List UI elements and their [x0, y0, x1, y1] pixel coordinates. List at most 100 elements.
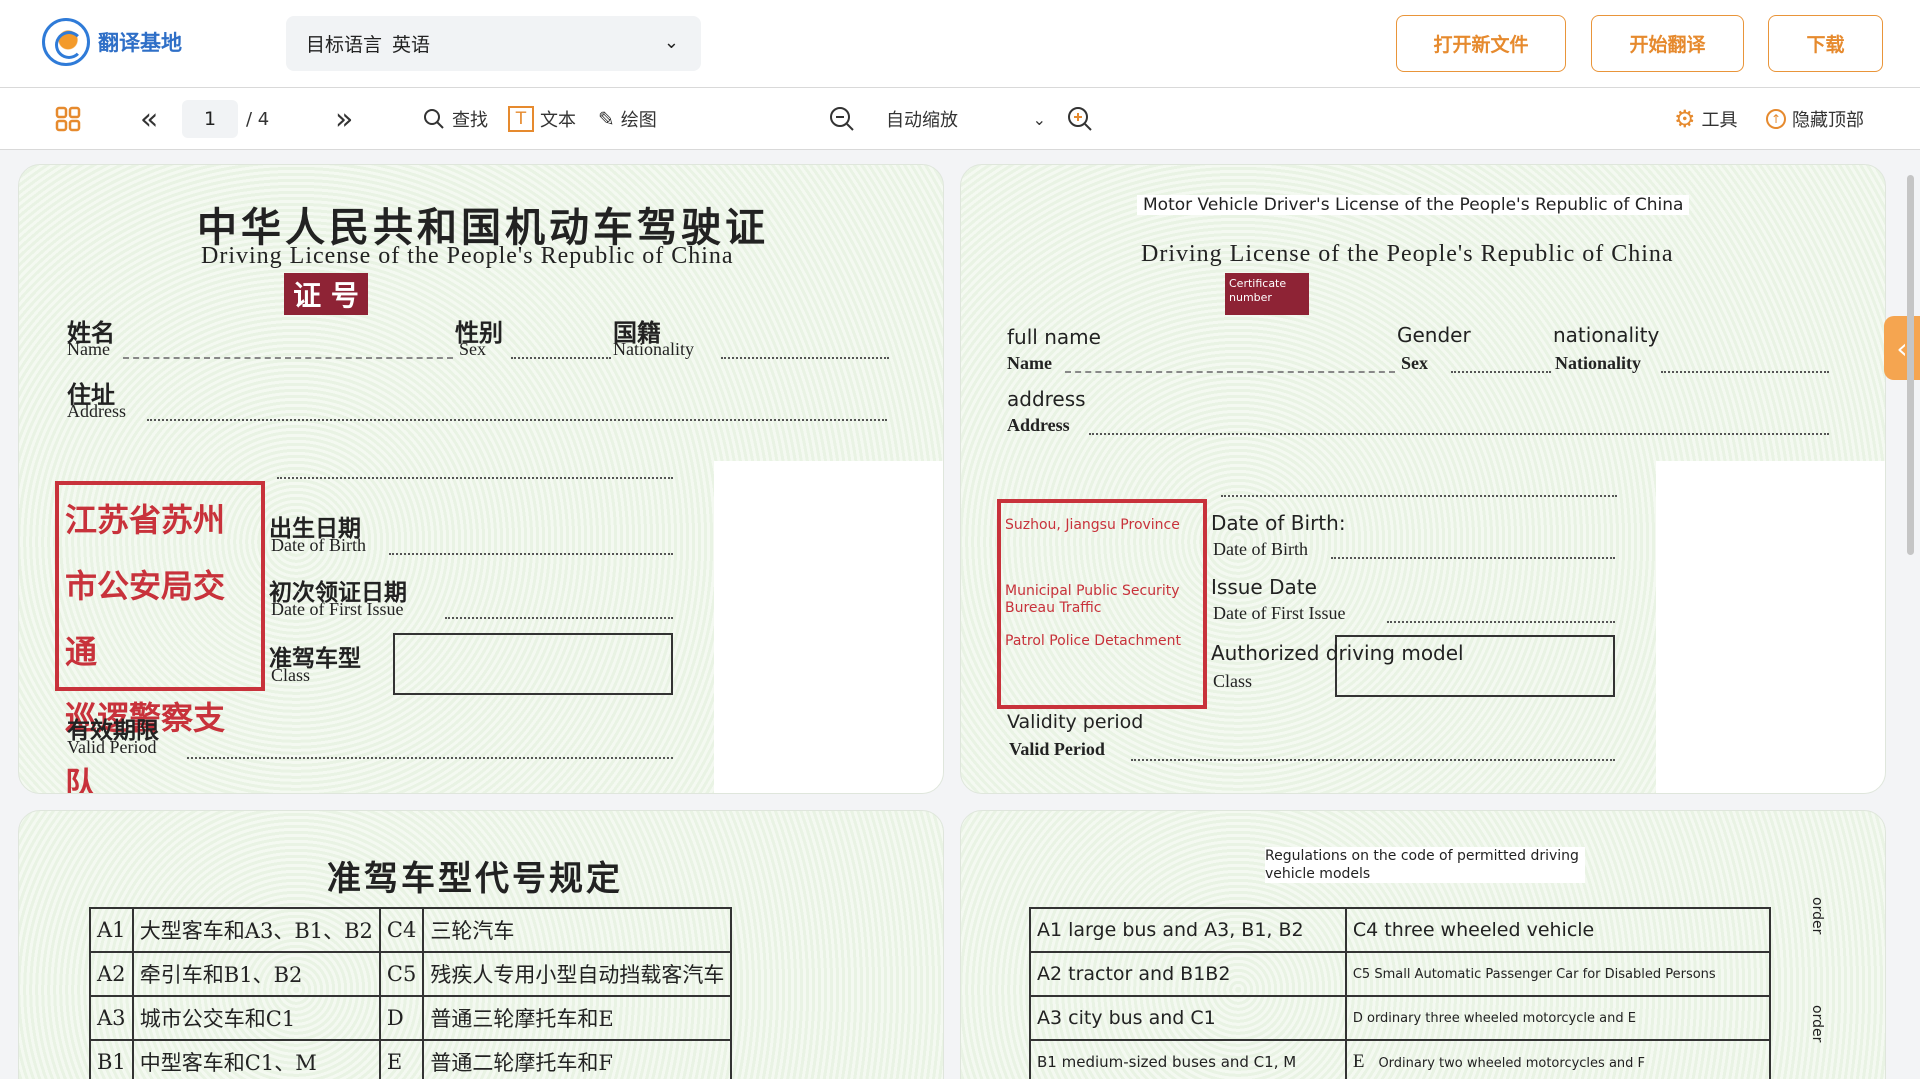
dob-en: Date of Birth	[1213, 539, 1308, 559]
dob-line	[1331, 557, 1615, 559]
tools-label: 工具	[1701, 110, 1738, 131]
table-cell: A2 tractor and B1B2	[1029, 951, 1347, 997]
page-3-original: 准驾车型代号规定 A1 大型客车和A3、B1、B2 C4 三轮汽车 A2 牵引车和B1、B…	[18, 810, 944, 1079]
sex-line	[511, 357, 611, 359]
stamp-line-2: 市公安局交通	[65, 567, 226, 671]
top-title: Motor Vehicle Driver's License of the Pe…	[1137, 195, 1690, 215]
page-number-input[interactable]: 1	[182, 100, 238, 138]
chevron-down-icon: ⌄	[663, 32, 679, 53]
codes-table: A1 large bus and A3, B1, B2 C4 three whee…	[1029, 907, 1772, 1079]
address-translated: address	[1007, 387, 1086, 411]
first-issue-line	[445, 617, 673, 619]
name-line	[123, 357, 453, 359]
scrollbar[interactable]	[1907, 175, 1914, 555]
logo-text: 翻译基地	[98, 31, 182, 55]
codes-title: Regulations on the code of permitted dri…	[1265, 847, 1585, 883]
zoom-in-button[interactable]	[1066, 88, 1094, 150]
table-cell: A3	[89, 995, 134, 1041]
sidebar-toggle[interactable]: ‹	[1884, 316, 1920, 380]
text-tool-label: 文本	[540, 110, 576, 131]
name-line	[1065, 371, 1395, 373]
draw-tool-label: 绘图	[620, 110, 657, 131]
title-en: Driving License of the People's Republic…	[201, 243, 734, 269]
target-language-select[interactable]: 目标语言 英语 ⌄	[286, 16, 701, 71]
class-translated: Authorized driving model	[1211, 641, 1464, 665]
valid-en: Valid Period	[1009, 739, 1105, 759]
valid-translated: Validity period	[1007, 711, 1144, 733]
table-cell: C5 Small Automatic Passenger Car for Dis…	[1344, 951, 1772, 997]
stamp-line-1: 江苏省苏州	[65, 501, 226, 539]
table-row: A2 牵引车和B1、B2 C5 残疾人专用小型自动挡载客汽车	[89, 951, 733, 997]
double-chevron-right-icon: »	[335, 101, 354, 137]
table-cell: B1 medium-sized buses and C1, M	[1029, 1039, 1347, 1079]
table-cell: 三轮汽车	[422, 907, 733, 953]
table-cell: C4 three wheeled vehicle	[1344, 907, 1772, 953]
valid-line	[1131, 759, 1615, 761]
gear-icon: ⚙	[1674, 105, 1696, 133]
find-button[interactable]: 查找	[422, 88, 488, 150]
dob-en: Date of Birth	[271, 535, 366, 555]
police-stamp: 江苏省苏州 市公安局交通 巡逻警察支队	[55, 481, 265, 793]
table-cell: 大型客车和A3、B1、B2	[131, 907, 381, 953]
table-cell: 残疾人专用小型自动挡载客汽车	[422, 951, 733, 997]
code-e: E	[1352, 1051, 1365, 1072]
page-2-translated: Motor Vehicle Driver's License of the Pe…	[960, 164, 1886, 794]
tools-button[interactable]: ⚙ 工具	[1674, 88, 1738, 150]
photo-area	[1656, 461, 1885, 793]
name-translated: full name	[1007, 325, 1101, 349]
side-label: order	[1809, 897, 1825, 935]
nationality-en: Nationality	[1555, 353, 1642, 373]
stamp-line-1: Suzhou, Jiangsu Province	[1005, 517, 1180, 533]
codes-table: A1 大型客车和A3、B1、B2 C4 三轮汽车 A2 牵引车和B1、B2 C5 残疾人专用小…	[89, 907, 733, 1079]
logo-icon	[42, 18, 90, 66]
zoom-out-icon	[830, 107, 854, 131]
prev-page-button[interactable]: «	[140, 88, 158, 150]
start-translate-button[interactable]: 开始翻译	[1591, 15, 1744, 72]
address-en: Address	[67, 401, 126, 421]
address-line	[1089, 433, 1829, 435]
photo-area	[714, 461, 943, 793]
text-tool-button[interactable]: T 文本	[508, 88, 576, 150]
hide-top-button[interactable]: ↑ 隐藏顶部	[1766, 88, 1864, 150]
draw-tool-button[interactable]: ✎ 绘图	[598, 88, 657, 150]
table-row: A1 large bus and A3, B1, B2 C4 three whee…	[1029, 907, 1772, 953]
zoom-mode-select[interactable]: 自动缩放 ⌄	[886, 88, 1046, 150]
table-row: B1 medium-sized buses and C1, M E Ordinary…	[1029, 1039, 1772, 1079]
first-issue-translated: Issue Date	[1211, 575, 1317, 599]
document-viewer[interactable]: 中华人民共和国机动车驾驶证 Driving License of the Peo…	[0, 150, 1920, 1079]
grid-icon	[55, 106, 81, 132]
dob-line	[389, 553, 673, 555]
class-box	[393, 633, 673, 695]
logo[interactable]: 翻译基地	[42, 18, 182, 66]
table-cell: 城市公交车和C1	[131, 995, 381, 1041]
code-e-desc: Ordinary two wheeled motorcycles and F	[1378, 1056, 1646, 1071]
codes-title: 准驾车型代号规定	[327, 859, 623, 899]
table-row: B1 中型客车和C1、M E 普通二轮摩托车和F	[89, 1039, 733, 1079]
police-stamp: Suzhou, Jiangsu Province Municipal Publi…	[997, 499, 1207, 709]
sex-en: Sex	[1401, 353, 1428, 373]
page-total: / 4	[246, 108, 270, 130]
double-chevron-left-icon: «	[140, 101, 159, 137]
open-file-button[interactable]: 打开新文件	[1396, 15, 1566, 72]
page-1-original: 中华人民共和国机动车驾驶证 Driving License of the Peo…	[18, 164, 944, 794]
nationality-line	[721, 357, 889, 359]
top-bar: 翻译基地 目标语言 英语 ⌄ 打开新文件 开始翻译 下载	[0, 0, 1920, 88]
table-cell: E	[378, 1039, 425, 1079]
stamp-line-2: Municipal Public Security Bureau Traffic	[1005, 583, 1180, 616]
thumbnails-button[interactable]	[54, 88, 82, 150]
chevron-down-icon: ⌄	[1032, 109, 1046, 129]
table-cell: A1	[89, 907, 134, 953]
viewer-toolbar: « 1 / 4 » 查找 T 文本 ✎ 绘图 自动缩放 ⌄ ⚙ 工具 ↑ 隐藏顶…	[0, 88, 1920, 150]
zoom-out-button[interactable]	[828, 88, 856, 150]
table-cell: A2	[89, 951, 134, 997]
table-cell: B1	[89, 1039, 134, 1079]
first-issue-line	[1387, 621, 1615, 623]
target-language-value: 英语	[392, 34, 431, 56]
hide-top-label: 隐藏顶部	[1792, 110, 1864, 131]
cert-number-badge: Certificate number	[1225, 273, 1309, 315]
next-page-button[interactable]: »	[335, 88, 353, 150]
table-cell: A1 large bus and A3, B1, B2	[1029, 907, 1347, 953]
download-button[interactable]: 下载	[1768, 15, 1883, 72]
table-cell: D	[378, 995, 425, 1041]
table-row: A3 城市公交车和C1 D 普通三轮摩托车和E	[89, 995, 733, 1041]
